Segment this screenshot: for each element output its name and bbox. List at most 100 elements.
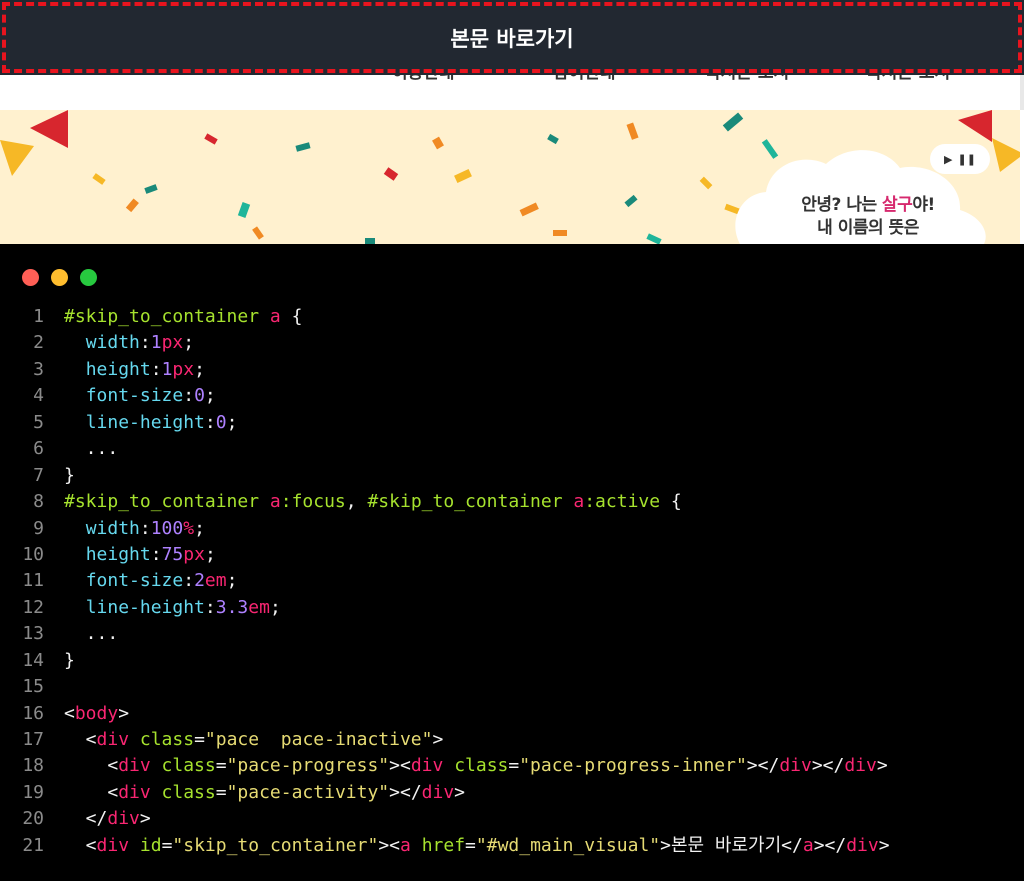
code-text: </div> xyxy=(64,806,151,832)
code-text: <body> xyxy=(64,701,129,727)
code-token: width xyxy=(85,332,140,354)
code-token: 1 xyxy=(161,358,173,380)
code-token: 100 xyxy=(150,517,184,539)
line-number: 6 xyxy=(33,438,44,460)
code-line: 4 font-size:0; xyxy=(0,383,1024,409)
code-token: < xyxy=(64,755,119,777)
line-number: 10 xyxy=(22,543,44,565)
code-token: ; xyxy=(194,517,205,539)
pause-icon[interactable]: ❚❚ xyxy=(958,153,976,166)
code-token: < xyxy=(64,702,75,724)
line-number: 21 xyxy=(22,834,44,856)
line-number: 12 xyxy=(22,596,44,618)
line-number: 8 xyxy=(33,491,44,513)
code-text: font-size:2em; xyxy=(64,568,238,594)
code-token: em xyxy=(204,570,227,592)
code-token: body xyxy=(74,702,119,724)
code-token: } xyxy=(64,464,75,486)
skip-to-content-link[interactable]: 본문 바로가기 xyxy=(0,0,1024,75)
close-window-dot[interactable] xyxy=(22,269,39,286)
code-token: = xyxy=(215,755,227,777)
code-token: : xyxy=(150,543,162,565)
maximize-window-dot[interactable] xyxy=(80,269,97,286)
slide-play-pause-control[interactable]: ▶ ❚❚ xyxy=(930,144,990,174)
code-token: ... xyxy=(64,438,119,460)
code-token: ; xyxy=(269,596,281,618)
code-token: ></ xyxy=(811,755,845,777)
code-token: "pace-progress" xyxy=(226,755,390,777)
code-token: href xyxy=(421,834,466,856)
code-text: height:1px; xyxy=(64,357,205,383)
code-line: 10 height:75px; xyxy=(0,542,1024,568)
code-token: >본문 바로가기</ xyxy=(660,834,803,856)
code-line: 6 ... xyxy=(0,436,1024,462)
code-token: ; xyxy=(194,358,205,380)
code-token: 75 xyxy=(161,543,184,565)
code-text: } xyxy=(64,463,75,489)
code-token: ; xyxy=(226,411,238,433)
code-token: div xyxy=(118,781,162,803)
code-token: a xyxy=(573,491,585,513)
code-token: height xyxy=(85,543,151,565)
code-token: = xyxy=(215,781,227,803)
play-icon[interactable]: ▶ xyxy=(944,153,952,166)
code-token: a xyxy=(269,491,281,513)
code-token: ; xyxy=(226,570,238,592)
code-token: div xyxy=(421,781,455,803)
code-text: line-height:3.3em; xyxy=(64,595,281,621)
code-token: "skip_to_container" xyxy=(172,834,379,856)
code-token: div xyxy=(846,834,879,856)
code-token: : xyxy=(183,570,195,592)
code-token: "pace pace-inactive" xyxy=(204,729,433,750)
code-token: width xyxy=(85,517,140,539)
line-number: 5 xyxy=(33,411,44,433)
website-preview: 이용안내 참여안내 독서온 도서 독서온 도서 본문 바로가기 xyxy=(0,0,1024,244)
character-greeting: 안녕? 나는 살구야! 내 이름의 뜻은 xyxy=(778,194,958,240)
code-line: 16 <body> xyxy=(0,701,1024,727)
code-text: } xyxy=(64,648,75,674)
code-token: font-size xyxy=(85,385,184,407)
code-line: 3 height:1px; xyxy=(0,357,1024,383)
line-number: 15 xyxy=(22,676,44,698)
code-token: #skip_to_container xyxy=(64,491,270,513)
code-token: class xyxy=(161,755,216,777)
line-number: 11 xyxy=(22,570,44,592)
code-line: 14} xyxy=(0,648,1024,674)
code-editor: 1 #skip_to_container a {2 width:1px; 3 hei… xyxy=(0,244,1024,881)
code-token: div xyxy=(96,834,140,856)
code-token: > xyxy=(878,834,890,856)
code-token: px xyxy=(172,358,195,380)
code-token: px xyxy=(183,543,205,565)
line-number: 16 xyxy=(22,702,44,724)
code-token: : xyxy=(139,517,151,539)
greeting-line-2: 내 이름의 뜻은 xyxy=(817,218,919,238)
code-line: 12 line-height:3.3em; xyxy=(0,595,1024,621)
code-token: : xyxy=(183,385,195,407)
minimize-window-dot[interactable] xyxy=(51,269,68,286)
code-token: a xyxy=(269,306,281,327)
code-token: ; xyxy=(204,543,216,565)
code-text: line-height:0; xyxy=(64,410,238,436)
code-token: { xyxy=(660,491,682,513)
code-line: 5 line-height:0; xyxy=(0,410,1024,436)
code-token: : xyxy=(204,596,216,618)
code-text: font-size:0; xyxy=(64,383,216,409)
greeting-name: 살구 xyxy=(882,195,913,215)
code-text: <div class="pace-activity"></div> xyxy=(64,780,465,806)
code-line: 17 <div class="pace pace-inactive"> xyxy=(0,727,1024,753)
code-line: 11 font-size:2em; xyxy=(0,568,1024,594)
code-token: class xyxy=(454,755,509,777)
code-line: 13 ... xyxy=(0,621,1024,647)
code-line: 18 <div class="pace-progress"><div class… xyxy=(0,753,1024,779)
code-token: #skip_to_container xyxy=(367,491,574,513)
code-token: ... xyxy=(64,623,119,645)
skip-to-container: 본문 바로가기 xyxy=(0,0,1024,75)
code-token: class xyxy=(161,781,216,803)
code-token: div xyxy=(844,755,877,777)
code-text: ... xyxy=(64,621,119,647)
code-block: 1 #skip_to_container a {2 width:1px; 3 hei… xyxy=(0,304,1024,859)
